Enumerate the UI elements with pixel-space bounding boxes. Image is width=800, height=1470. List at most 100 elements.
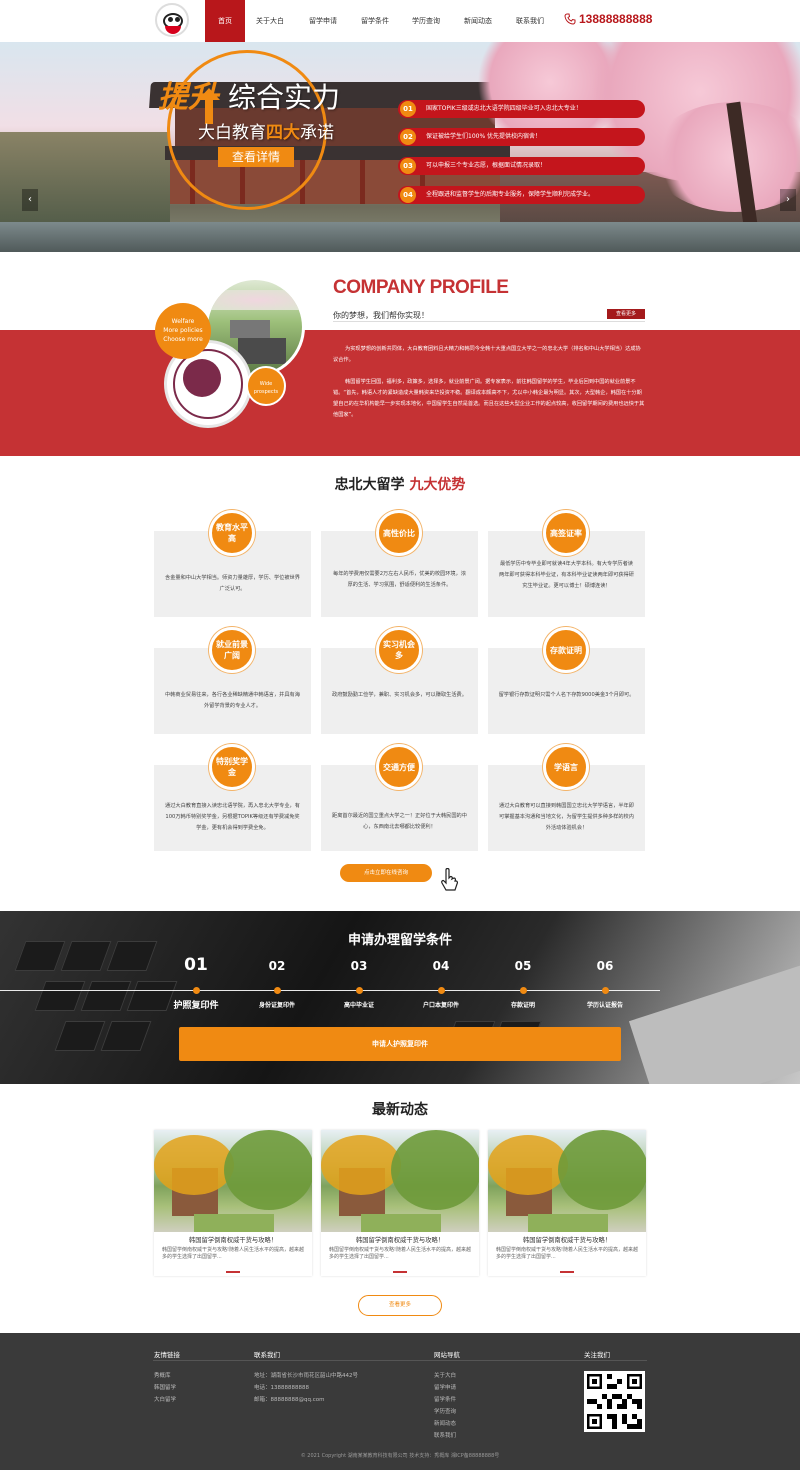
promise-item: 01 国家TOPIK三级或忠北大语学院四级毕业可入忠北大专业！: [398, 100, 645, 118]
nav-contact[interactable]: 联系我们: [509, 0, 551, 42]
advantages-title-a: 忠北大留学: [334, 477, 405, 493]
hero-banner: ‹ ›: [0, 42, 800, 252]
nav-conditions[interactable]: 留学条件: [354, 0, 396, 42]
welfare-line: Choose more: [163, 336, 203, 343]
news-image: [321, 1130, 479, 1232]
profile-paragraph: 韩国留学生回国，福利多，政策多，选择多，就业前景广阔。据专家表示，前往韩国留学的…: [333, 379, 645, 418]
copyright: © 2021 Copyright 湖南某某教育科技有限公司 技术支持：秀概库 湘…: [300, 1453, 500, 1459]
news-card[interactable]: 韩国留学倒南权威干货与攻略！ 韩国留学倒南权威干货与攻略!随着人民生活水平的提高…: [154, 1130, 312, 1276]
promise-item: 03 可以申报三个专业志愿，根据面试情况录取！: [398, 157, 645, 175]
banner-prev-arrow[interactable]: ‹: [22, 189, 38, 211]
qr-code-icon: [584, 1371, 645, 1432]
banner-next-arrow[interactable]: ›: [780, 189, 796, 211]
news-accent-bar: [560, 1271, 574, 1273]
step-number: 02: [268, 959, 286, 973]
phone-icon: [564, 13, 576, 25]
profile-more-button[interactable]: 查看更多: [607, 309, 645, 319]
footer-follow-title: 关注我们: [584, 1351, 610, 1359]
step-dot: [602, 987, 609, 994]
footer-link[interactable]: 大白留学: [154, 1394, 176, 1406]
advantage-title: 实习机会多: [376, 627, 422, 673]
site-footer: [0, 1333, 800, 1470]
news-item-title: 韩国留学倒南权威干货与攻略！: [188, 1237, 278, 1244]
subtitle-part-c: 承诺: [300, 123, 334, 143]
view-details-button[interactable]: 查看详情: [218, 147, 294, 167]
advantage-title: 高签证率: [543, 510, 589, 556]
step-number: 05: [514, 959, 532, 973]
news-item-desc: 韩国留学倒南权威干货与攻略!随着人民生活水平的提高，越来越多的学生选择了出国留学…: [496, 1247, 639, 1260]
steps-line: [0, 990, 660, 991]
step-dot: [193, 987, 200, 994]
footer-nav-link[interactable]: 关于大白: [434, 1370, 456, 1382]
welfare-line: Welfare: [171, 318, 195, 325]
footer-nav-link[interactable]: 学历查询: [434, 1406, 456, 1418]
footer-links-title: 友情链接: [154, 1351, 180, 1359]
news-accent-bar: [226, 1271, 240, 1273]
news-accent-bar: [393, 1271, 407, 1273]
banner-subtitle: 大白教育四大承诺: [198, 118, 334, 143]
footer-contact-line: 电话：13888888888: [254, 1385, 309, 1391]
nav-degree-query[interactable]: 学历查询: [405, 0, 447, 42]
footer-sitemap: 关于大白 留学申请 留学条件 学历查询 新闻动态 联系我们: [434, 1370, 456, 1442]
phone-text: 13888888888: [579, 12, 653, 26]
step-dot: [520, 987, 527, 994]
nav-apply[interactable]: 留学申请: [302, 0, 344, 42]
advantages-title-b: 九大优势: [409, 477, 466, 493]
promise-text: 国家TOPIK三级或忠北大语学院四级毕业可入忠北大专业！: [426, 105, 582, 112]
advantage-title: 特别奖学金: [209, 744, 255, 790]
advantage-title: 高性价比: [376, 510, 422, 556]
step-label[interactable]: 学历认证报告: [565, 1000, 645, 1009]
footer-links: 秀概库 韩国留学 大白留学: [154, 1370, 176, 1406]
news-image: [488, 1130, 646, 1232]
footer-nav-link[interactable]: 留学条件: [434, 1394, 456, 1406]
step-label[interactable]: 护照复印件: [156, 998, 236, 1011]
profile-title: COMPANY PROFILE: [333, 277, 509, 298]
wide-line: prospects: [253, 389, 279, 395]
promise-text: 可以申报三个专业志愿，根据面试情况录取！: [426, 162, 547, 169]
step-number: 06: [596, 959, 614, 973]
footer-link[interactable]: 韩国留学: [154, 1382, 176, 1394]
banner-title: 综合实力: [228, 81, 341, 114]
promise-number: 02: [400, 129, 416, 145]
phone-number: 13888888888: [564, 12, 652, 26]
hand-cursor-icon: [441, 868, 458, 891]
promise-text: 全程跟进和监督学生的后期专业服务，保障学生顺利完成学业。: [426, 191, 595, 198]
footer-nav-link[interactable]: 联系我们: [434, 1430, 456, 1442]
welfare-badge: Welfare More policies Choose more: [155, 303, 211, 359]
step-label[interactable]: 存款证明: [483, 1000, 563, 1009]
advantage-title: 存款证明: [543, 627, 589, 673]
news-item-desc: 韩国留学倒南权威干货与攻略!随着人民生活水平的提高，越来越多的学生选择了出国留学…: [329, 1247, 472, 1260]
conditions-title: 申请办理留学条件: [347, 933, 452, 948]
logo[interactable]: [155, 3, 189, 37]
site-header: 首页 关于大白 留学申请 留学条件 学历查询 新闻动态 联系我们 1388888…: [0, 0, 800, 42]
step-number: 04: [432, 959, 450, 973]
step-label[interactable]: 身份证复印件: [237, 1000, 317, 1009]
promise-item: 02 保证被给学生们100% 优先提供校内宿舍！: [398, 128, 645, 146]
news-card[interactable]: 韩国留学倒南权威干货与攻略！ 韩国留学倒南权威干货与攻略!随着人民生活水平的提高…: [488, 1130, 646, 1276]
news-more-button[interactable]: 查看更多: [358, 1295, 442, 1316]
footer-link[interactable]: 秀概库: [154, 1370, 176, 1382]
nav-news[interactable]: 新闻动态: [457, 0, 499, 42]
step-label[interactable]: 高中毕业证: [319, 1000, 399, 1009]
step-dot: [438, 987, 445, 994]
nav-about[interactable]: 关于大白: [249, 0, 291, 42]
online-consult-button[interactable]: 点击立即在线咨询: [340, 864, 432, 882]
step-number: 01: [184, 955, 208, 975]
step-dot: [274, 987, 281, 994]
advantages-title: 忠北大留学 九大优势: [0, 474, 800, 494]
footer-sitemap-title: 网站导航: [434, 1351, 460, 1359]
apply-passport-button[interactable]: 申请人护照复印件: [179, 1027, 621, 1061]
footer-nav-link[interactable]: 留学申请: [434, 1382, 456, 1394]
step-dot: [356, 987, 363, 994]
footer-contact-title: 联系我们: [254, 1351, 280, 1359]
divider: [333, 321, 645, 322]
footer-nav-link[interactable]: 新闻动态: [434, 1418, 456, 1430]
wide-prospects-badge: Wide prospects: [246, 366, 286, 406]
news-item-title: 韩国留学倒南权威干货与攻略！: [355, 1237, 445, 1244]
news-item-title: 韩国留学倒南权威干货与攻略！: [522, 1237, 612, 1244]
news-card[interactable]: 韩国留学倒南权威干货与攻略！ 韩国留学倒南权威干货与攻略!随着人民生活水平的提高…: [321, 1130, 479, 1276]
footer-contact: 地址：湖南省长沙市雨花区韶山中路442号 电话：13888888888 邮箱：8…: [254, 1370, 358, 1406]
profile-paragraph: 为实现梦想的创新共同体，大白教育团料且大精力和韩同今全韩十大重点国立大学之一的忠…: [333, 346, 641, 363]
nav-home[interactable]: 首页: [205, 0, 245, 42]
step-label[interactable]: 户口本复印件: [401, 1000, 481, 1009]
